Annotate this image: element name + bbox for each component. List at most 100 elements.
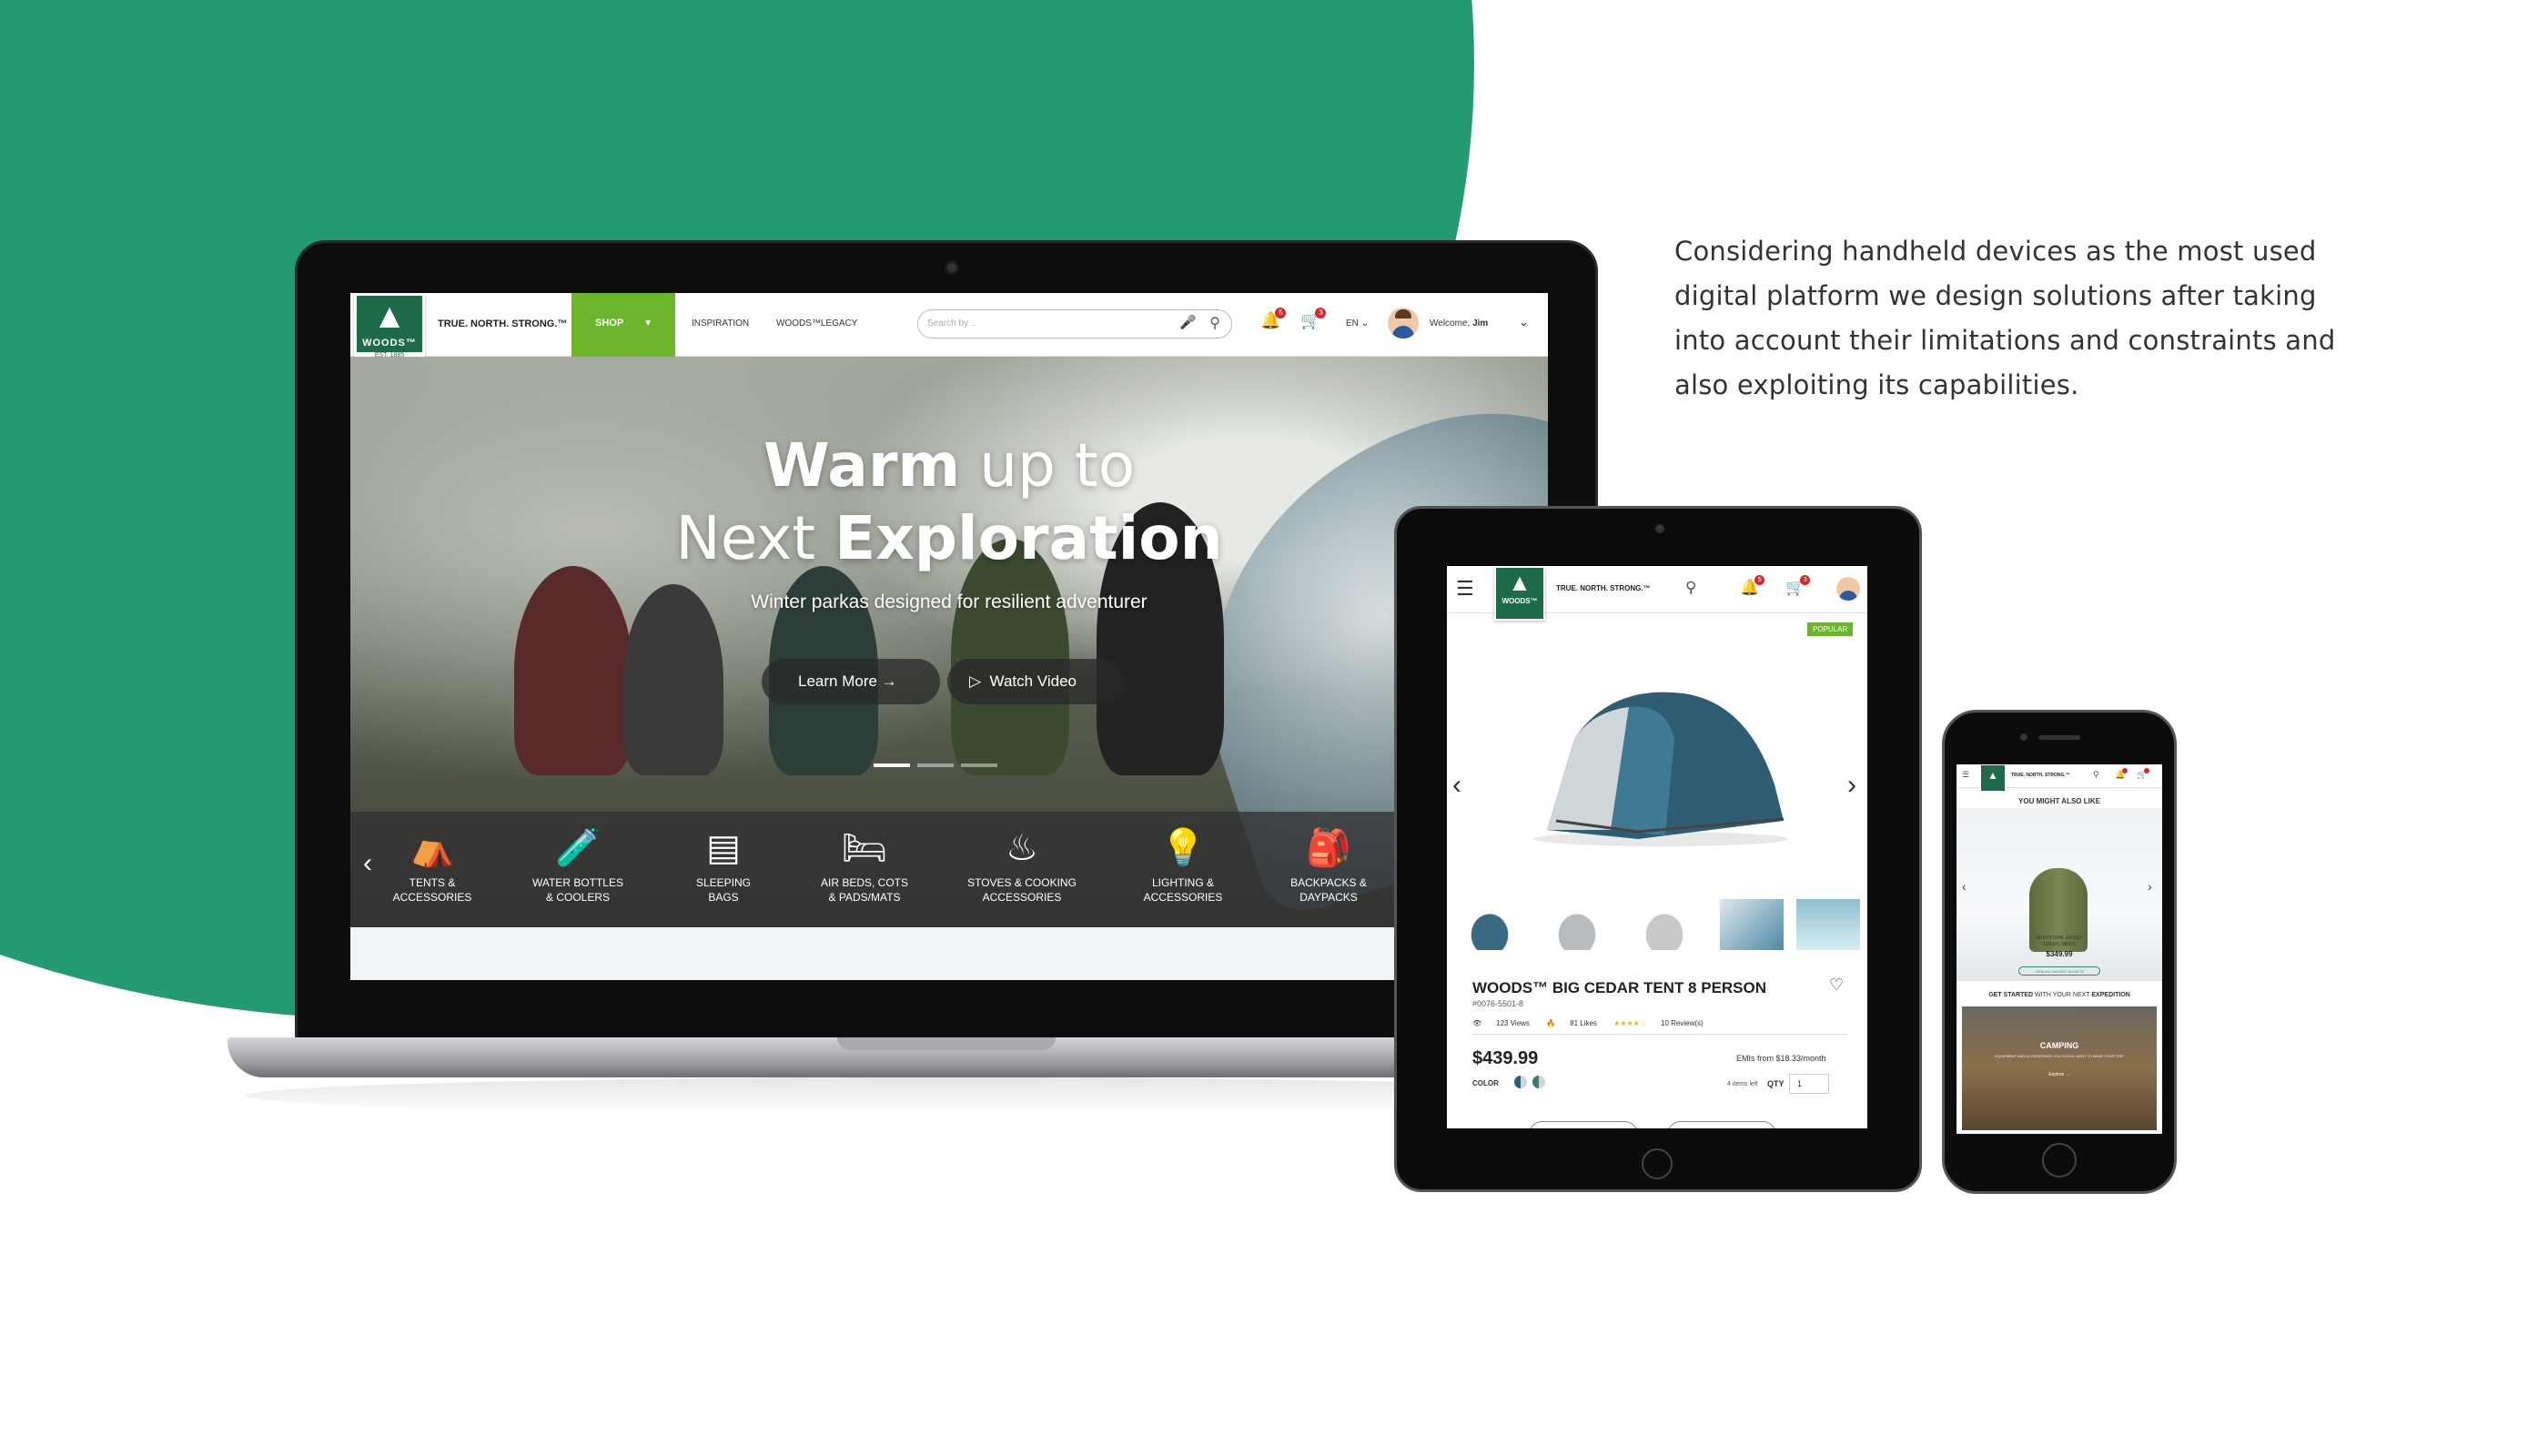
buy-now-button[interactable] bbox=[1667, 1121, 1776, 1128]
brand-logo[interactable]: ▲ WOODS™ bbox=[1494, 566, 1545, 621]
tablet-header: ☰ ▲ WOODS™ TRUE. NORTH. STRONG.™ ⚲ 🔔 5 🛒 3 bbox=[1447, 566, 1867, 621]
camping-description: EQUIPMENT AND ACCESSORIES YOU COULD NEED… bbox=[1995, 1054, 2124, 1058]
brand-tagline: TRUE. NORTH. STRONG.™ bbox=[2011, 773, 2070, 778]
thumbnail-image[interactable] bbox=[1458, 899, 1522, 950]
category-bar: ‹ ⛺ TENTS & ACCESSORIES 🧪 WATER BOTTLES & CO… bbox=[350, 812, 1548, 927]
views-count: 123 Views bbox=[1496, 1019, 1530, 1027]
nav-inspiration[interactable]: INSPIRATION bbox=[692, 318, 749, 329]
category-air-beds[interactable]: 🛏 AIR BEDS, COTS & PADS/MATS bbox=[801, 826, 928, 905]
carousel-dot[interactable] bbox=[917, 763, 954, 767]
carousel-dot[interactable] bbox=[961, 763, 997, 767]
get-started-heading: GET STARTED WITH YOUR NEXT EXPEDITION bbox=[1988, 992, 2130, 998]
sleeping-bag-icon: ▤ bbox=[706, 828, 741, 868]
hamburger-menu-icon[interactable]: ☰ bbox=[1962, 770, 1969, 780]
notification-badge: 5 bbox=[1754, 575, 1765, 585]
hero-title-bold: Exploration bbox=[834, 503, 1223, 573]
cart-icon[interactable]: 🛒 3 bbox=[1300, 308, 1327, 330]
stock-text: 4 items left bbox=[1727, 1081, 1758, 1087]
showcase-canvas: Considering handheld devices as the most… bbox=[0, 0, 2548, 1456]
phone-screen: ☰ ▲ TRUE. NORTH. STRONG.™ ⚲ 🔔 🛒 YOU MIGH… bbox=[1956, 764, 2162, 1134]
learn-more-label: Learn More bbox=[798, 672, 877, 690]
search-icon[interactable]: ⚲ bbox=[1209, 314, 1220, 332]
welcome-text: Welcome, Jim bbox=[1430, 318, 1488, 329]
notification-bell-icon[interactable]: 🔔 5 bbox=[1740, 575, 1765, 597]
category-label: AIR BEDS, COTS & PADS/MATS bbox=[820, 876, 909, 904]
chevron-right-icon[interactable]: › bbox=[1847, 770, 1856, 801]
product-price: $439.99 bbox=[1472, 1048, 1539, 1068]
logo-wordmark: WOODS™ bbox=[1502, 597, 1538, 605]
chevron-left-icon[interactable]: ‹ bbox=[1452, 770, 1461, 801]
shop-menu-button[interactable]: SHOP ▼ bbox=[571, 293, 675, 357]
fire-icon: 🔥 bbox=[1546, 1019, 1556, 1027]
heart-icon[interactable]: ♡ bbox=[1829, 976, 1844, 995]
cart-icon[interactable]: 🛒 3 bbox=[1785, 575, 1811, 597]
backpack-icon: 🎒 bbox=[1306, 828, 1351, 868]
carousel-dots bbox=[874, 755, 1005, 772]
category-lighting[interactable]: 💡 LIGHTING & ACCESSORIES bbox=[1119, 826, 1247, 905]
thumbnail-image[interactable] bbox=[1545, 899, 1609, 950]
hamburger-menu-icon[interactable]: ☰ bbox=[1456, 577, 1474, 601]
welcome-label: Welcome, bbox=[1430, 318, 1471, 329]
product-tent-image bbox=[1533, 692, 1788, 846]
hero-title-bold-1: Warm bbox=[763, 430, 961, 500]
watch-video-button[interactable]: ▷ Watch Video bbox=[947, 659, 1126, 704]
microphone-icon[interactable]: 🎤 bbox=[1179, 314, 1197, 330]
thumbnail-image[interactable] bbox=[1720, 899, 1784, 950]
section-title: YOU MIGHT ALSO LIKE bbox=[2018, 797, 2100, 805]
account-chevron-icon[interactable]: ⌄ bbox=[1519, 315, 1529, 329]
hero-title-light-2: up to bbox=[960, 430, 1136, 500]
notification-bell-icon[interactable]: 🔔 bbox=[2115, 768, 2128, 780]
cart-badge: 3 bbox=[1800, 575, 1811, 585]
cart-icon[interactable]: 🛒 bbox=[2137, 768, 2150, 780]
hero-title: Warm up to Next Exploration bbox=[350, 430, 1548, 575]
language-selector[interactable]: EN ⌄ bbox=[1346, 318, 1369, 329]
add-to-cart-button[interactable] bbox=[1529, 1121, 1638, 1128]
category-sleeping-bags[interactable]: ▤ SLEEPING BAGS bbox=[660, 826, 787, 905]
category-water-bottles[interactable]: 🧪 WATER BOTTLES & COOLERS bbox=[514, 826, 642, 905]
caret-down-icon: ▼ bbox=[643, 318, 653, 329]
category-stoves[interactable]: ♨ STOVES & COOKING ACCESSORIES bbox=[958, 826, 1086, 905]
qty-value: 1 bbox=[1797, 1079, 1803, 1088]
brand-logo[interactable]: ▲ bbox=[1980, 764, 2006, 792]
content-strip bbox=[350, 927, 1548, 980]
product-title: WOODS™ BIG CEDAR TENT 8 PERSON bbox=[1472, 979, 1767, 996]
learn-more-button[interactable]: Learn More → bbox=[762, 659, 940, 704]
tree-icon: ▲ bbox=[372, 298, 407, 336]
product-sku: #0076-5501-8 bbox=[1472, 999, 1524, 1008]
explore-link[interactable]: Explore → bbox=[1962, 1072, 2157, 1077]
category-label: LIGHTING & ACCESSORIES bbox=[1143, 876, 1223, 904]
product-name: GREYSTONE JACKET GREEN, MEN'S bbox=[2036, 935, 2083, 947]
view-all-button[interactable]: VIEW ALL WOODS JACKETS bbox=[2018, 966, 2100, 976]
laptop-screen: ▲ WOODS™ EST. 1885 TRUE. NORTH. STRONG.™… bbox=[350, 293, 1548, 980]
camping-card[interactable]: CAMPING EQUIPMENT AND ACCESSORIES YOU CO… bbox=[1962, 1006, 2157, 1130]
product-price: $349.99 bbox=[2046, 950, 2073, 958]
category-tents[interactable]: ⛺ TENTS & ACCESSORIES bbox=[369, 826, 496, 905]
tablet-camera bbox=[1655, 524, 1664, 533]
search-icon[interactable]: ⚲ bbox=[2093, 770, 2099, 780]
tree-icon: ▲ bbox=[1508, 569, 1532, 596]
user-avatar[interactable] bbox=[1836, 577, 1860, 601]
thumbnail-image[interactable] bbox=[1796, 899, 1860, 950]
eye-icon: 👁 bbox=[1472, 1019, 1482, 1027]
arrow-right-icon: → bbox=[881, 672, 897, 690]
phone-camera bbox=[2020, 733, 2027, 741]
search-placeholder: Search by .. bbox=[927, 318, 976, 329]
user-avatar[interactable] bbox=[1388, 308, 1419, 339]
thumbnail-image[interactable] bbox=[1633, 899, 1696, 950]
phone-header: ☰ ▲ TRUE. NORTH. STRONG.™ ⚲ 🔔 🛒 bbox=[1956, 764, 2162, 792]
chevron-right-icon[interactable]: › bbox=[2148, 879, 2152, 894]
category-backpacks[interactable]: 🎒 BACKPACKS & DAYPACKS bbox=[1265, 826, 1392, 905]
search-input[interactable]: Search by .. 🎤 ⚲ bbox=[917, 309, 1232, 339]
quantity-stepper[interactable]: 1 bbox=[1789, 1074, 1829, 1094]
color-swatch-green[interactable] bbox=[1532, 1076, 1545, 1088]
user-name: Jim bbox=[1472, 318, 1489, 329]
description-text: Considering handheld devices as the most… bbox=[1674, 236, 2336, 400]
search-icon[interactable]: ⚲ bbox=[1685, 579, 1696, 597]
product-stats: 👁 123 Views 🔥 81 Likes ★★★★☆ 10 Review(s) bbox=[1472, 1019, 1718, 1027]
nav-legacy[interactable]: WOODS™LEGACY bbox=[776, 318, 857, 329]
chevron-left-icon[interactable]: ‹ bbox=[1962, 879, 1967, 894]
notification-bell-icon[interactable]: 🔔 5 bbox=[1260, 308, 1287, 330]
color-swatch-blue[interactable] bbox=[1514, 1076, 1527, 1088]
hero-subtitle: Winter parkas designed for resilient adv… bbox=[751, 592, 1148, 612]
carousel-dot[interactable] bbox=[874, 763, 910, 767]
